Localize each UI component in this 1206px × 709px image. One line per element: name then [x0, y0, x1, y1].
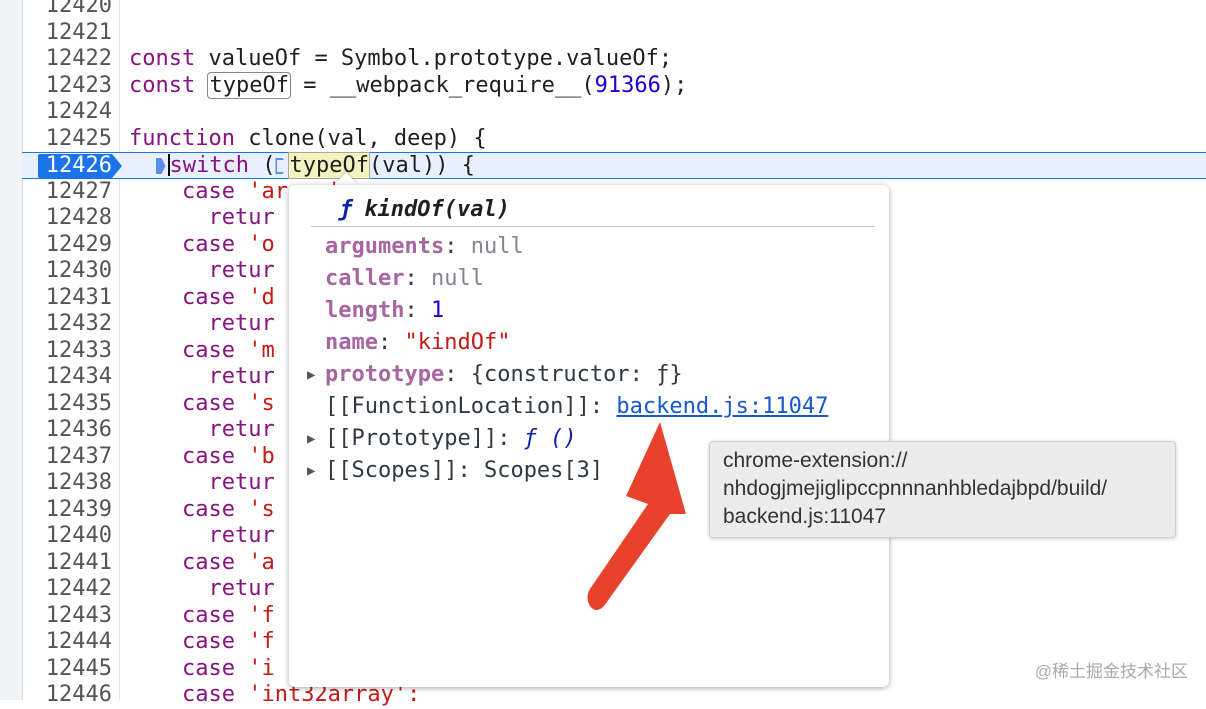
code-line[interactable]: 12422 const valueOf = Symbol.prototype.va…: [22, 46, 1206, 73]
property-prototype-internal[interactable]: ▶ [[Prototype]]: ƒ (): [307, 423, 577, 455]
function-signature: kindOf(val): [364, 197, 510, 222]
code-line[interactable]: 12425 function clone(val, deep) {: [22, 126, 1206, 153]
code-line[interactable]: 12421: [22, 20, 1206, 47]
code-text[interactable]: case 'f: [129, 603, 275, 630]
watermark: @稀土掘金技术社区: [1034, 662, 1188, 681]
line-number[interactable]: 12438: [22, 470, 112, 497]
editor-left-strip: [0, 0, 23, 700]
code-line[interactable]: 12423 const typeOf = __webpack_require__(…: [22, 71, 1206, 100]
line-number[interactable]: 12430: [22, 258, 112, 285]
code-text[interactable]: retur: [129, 364, 274, 391]
line-number[interactable]: 12443: [22, 603, 112, 630]
line-number[interactable]: 12422: [22, 46, 112, 73]
popover-divider: [311, 226, 875, 227]
code-text[interactable]: retur: [129, 523, 274, 550]
code-text[interactable]: retur: [129, 258, 274, 285]
line-number[interactable]: 12429: [22, 232, 112, 259]
line-number[interactable]: 12445: [22, 656, 112, 683]
line-number[interactable]: 12428: [22, 205, 112, 232]
inline-breakpoint-icon[interactable]: [275, 158, 288, 174]
line-number[interactable]: 12444: [22, 629, 112, 656]
code-text[interactable]: retur: [129, 311, 274, 338]
code-text[interactable]: function clone(val, deep) {: [129, 126, 487, 153]
code-line[interactable]: 12420: [22, 0, 1206, 20]
code-text[interactable]: case 'm: [129, 338, 275, 365]
code-text[interactable]: case 'a: [129, 550, 275, 577]
line-number[interactable]: 12425: [22, 126, 112, 153]
identifier-typeOf[interactable]: typeOf: [207, 71, 291, 99]
code-text[interactable]: retur: [129, 205, 274, 232]
line-number[interactable]: 12427: [22, 179, 112, 206]
line-number[interactable]: 12435: [22, 391, 112, 418]
code-text[interactable]: const typeOf = __webpack_require__(91366…: [129, 71, 687, 100]
function-f-icon: ƒ: [339, 197, 353, 222]
line-number[interactable]: 12431: [22, 285, 112, 312]
expand-triangle-icon[interactable]: ▶: [307, 455, 315, 487]
breakpoint-marker[interactable]: 12426: [38, 153, 124, 180]
code-text[interactable]: case 'b: [129, 444, 275, 471]
code-text[interactable]: switch (typeOf(val)) {: [129, 152, 475, 180]
expand-triangle-icon[interactable]: ▶: [307, 359, 315, 391]
code-text[interactable]: case 'f: [129, 629, 275, 656]
execution-marker-icon[interactable]: [155, 158, 166, 174]
code-text[interactable]: case 's: [129, 497, 275, 524]
line-number[interactable]: 12426: [38, 153, 112, 180]
line-number[interactable]: 12442: [22, 576, 112, 603]
line-number[interactable]: 12423: [22, 73, 112, 100]
code-text[interactable]: case 's: [129, 391, 275, 418]
property-prototype[interactable]: ▶ prototype: {constructor: ƒ}: [307, 359, 683, 391]
code-text[interactable]: case 'i: [129, 656, 275, 683]
popover-title: ƒ kindOf(val): [339, 197, 510, 222]
red-arrow-annotation: [587, 422, 686, 610]
line-number[interactable]: 12421: [22, 20, 112, 47]
link-url-tooltip: chrome-extension:// nhdogjmejiglipccpnnn…: [709, 441, 1176, 538]
code-text[interactable]: retur: [129, 417, 274, 444]
code-text[interactable]: retur: [129, 576, 274, 603]
property-arguments: arguments: null: [325, 234, 524, 259]
line-number[interactable]: 12446: [22, 682, 112, 709]
property-name: name: "kindOf": [325, 330, 511, 355]
line-number[interactable]: 12437: [22, 444, 112, 471]
code-line[interactable]: 12424: [22, 99, 1206, 126]
line-number[interactable]: 12440: [22, 523, 112, 550]
line-number[interactable]: 12439: [22, 497, 112, 524]
code-text[interactable]: const valueOf = Symbol.prototype.valueOf…: [129, 46, 672, 73]
property-caller: caller: null: [325, 266, 484, 291]
code-line[interactable]: 12426 switch (typeOf(val)) {: [22, 152, 1206, 179]
expand-triangle-icon[interactable]: ▶: [307, 423, 315, 455]
line-number[interactable]: 12420: [22, 0, 112, 20]
code-text[interactable]: case 'd: [129, 285, 275, 312]
line-number[interactable]: 12441: [22, 550, 112, 577]
code-text[interactable]: case 'o: [129, 232, 275, 259]
hovered-identifier-typeOf[interactable]: typeOf: [288, 152, 370, 179]
line-number[interactable]: 12434: [22, 364, 112, 391]
line-number[interactable]: 12433: [22, 338, 112, 365]
line-number[interactable]: 12432: [22, 311, 112, 338]
line-number[interactable]: 12424: [22, 99, 112, 126]
code-text[interactable]: retur: [129, 470, 274, 497]
property-length: length: 1: [325, 298, 445, 323]
line-number[interactable]: 12436: [22, 417, 112, 444]
